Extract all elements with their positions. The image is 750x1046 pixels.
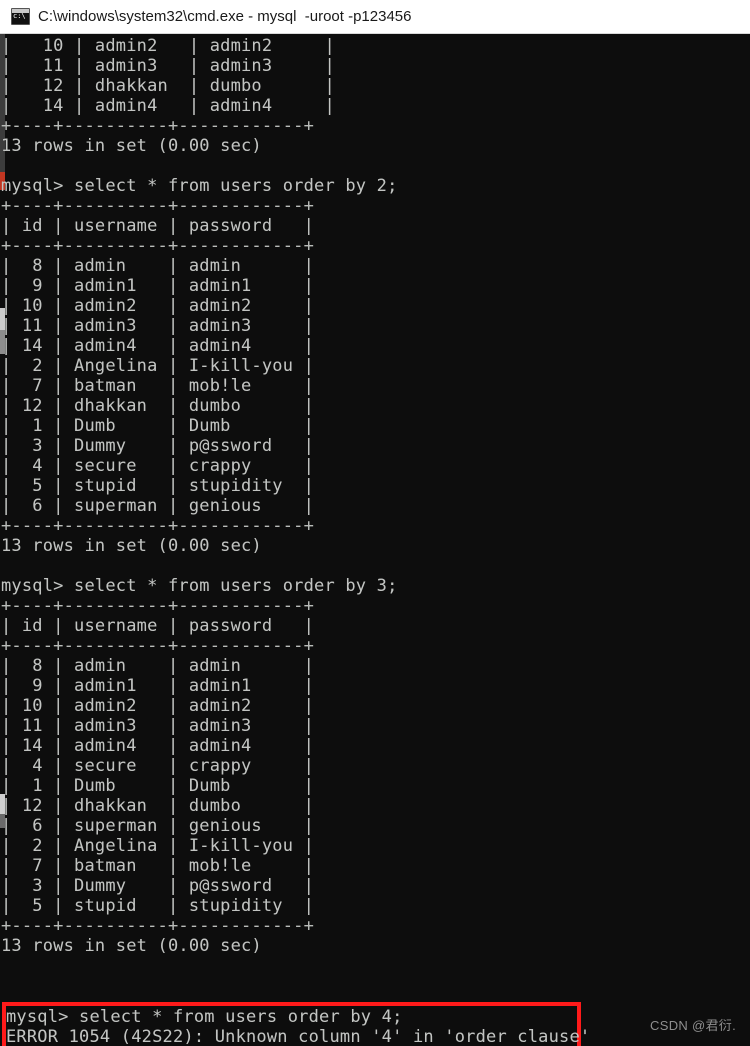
terminal-line: | 1 | Dumb | Dumb |	[1, 776, 315, 796]
terminal-line: | 9 | admin1 | admin1 |	[1, 676, 315, 696]
cmd-console-icon	[11, 8, 30, 25]
terminal-line: 13 rows in set (0.00 sec)	[1, 936, 262, 956]
terminal-line: | 10 | admin2 | admin2 |	[1, 36, 335, 56]
error-highlight-content: mysql> select * from users order by 4; E…	[2, 1002, 591, 1046]
cmd-window: C:\windows\system32\cmd.exe - mysql -uro…	[0, 0, 750, 1046]
terminal-line: mysql> select * from users order by 3;	[1, 576, 398, 596]
terminal-line: +----+----------+------------+	[1, 116, 315, 136]
terminal-line: +----+----------+------------+	[1, 596, 315, 616]
terminal-line: +----+----------+------------+	[1, 636, 315, 656]
terminal-line: mysql> select * from users order by 2;	[1, 176, 398, 196]
terminal-line: | 2 | Angelina | I-kill-you |	[1, 836, 315, 856]
terminal-line: | 3 | Dummy | p@ssword |	[1, 436, 315, 456]
terminal-line: | 8 | admin | admin |	[1, 656, 315, 676]
terminal-line: | 11 | admin3 | admin3 |	[1, 316, 315, 336]
terminal-line: | 14 | admin4 | admin4 |	[1, 736, 315, 756]
terminal-line: | 5 | stupid | stupidity |	[1, 476, 315, 496]
terminal-line: +----+----------+------------+	[1, 516, 315, 536]
terminal-line: 13 rows in set (0.00 sec)	[1, 136, 262, 156]
terminal-line: | id | username | password |	[1, 616, 315, 636]
terminal-line: | 6 | superman | genious |	[1, 496, 315, 516]
terminal-line: | 11 | admin3 | admin3 |	[1, 56, 335, 76]
terminal-line: | 12 | dhakkan | dumbo |	[1, 396, 315, 416]
terminal-line: +----+----------+------------+	[1, 236, 315, 256]
terminal-line: | 7 | batman | mob!le |	[1, 856, 315, 876]
terminal-line: | 14 | admin4 | admin4 |	[1, 96, 335, 116]
terminal-output: | 10 | admin2 | admin2 | | 11 | admin3 | …	[0, 34, 750, 1046]
terminal-line: | 12 | dhakkan | dumbo |	[1, 76, 335, 96]
terminal-line: | 10 | admin2 | admin2 |	[1, 696, 315, 716]
terminal-line: +----+----------+------------+	[1, 196, 315, 216]
terminal-line: 13 rows in set (0.00 sec)	[1, 536, 262, 556]
window-title-text: C:\windows\system32\cmd.exe - mysql -uro…	[38, 8, 412, 25]
terminal-line: | 2 | Angelina | I-kill-you |	[1, 356, 315, 376]
terminal-line: | 9 | admin1 | admin1 |	[1, 276, 315, 296]
watermark: CSDN @君衍.	[650, 1018, 736, 1033]
terminal-line: | 10 | admin2 | admin2 |	[1, 296, 315, 316]
terminal-line: | 11 | admin3 | admin3 |	[1, 716, 315, 736]
terminal-line: | 14 | admin4 | admin4 |	[1, 336, 315, 356]
terminal-line: | 8 | admin | admin |	[1, 256, 315, 276]
terminal-line: | 5 | stupid | stupidity |	[1, 896, 315, 916]
terminal-line: | 12 | dhakkan | dumbo |	[1, 796, 315, 816]
terminal-line: | id | username | password |	[1, 216, 315, 236]
terminal-line: | 3 | Dummy | p@ssword |	[1, 876, 315, 896]
error-message-line: ERROR 1054 (42S22): Unknown column '4' i…	[6, 1027, 591, 1046]
window-title-bar[interactable]: C:\windows\system32\cmd.exe - mysql -uro…	[0, 0, 750, 34]
terminal-body[interactable]: | 10 | admin2 | admin2 | | 11 | admin3 | …	[0, 34, 750, 1046]
terminal-line: | 1 | Dumb | Dumb |	[1, 416, 315, 436]
terminal-line: | 4 | secure | crappy |	[1, 756, 315, 776]
terminal-line: | 7 | batman | mob!le |	[1, 376, 315, 396]
terminal-line: +----+----------+------------+	[1, 916, 315, 936]
terminal-line: | 4 | secure | crappy |	[1, 456, 315, 476]
terminal-line: | 6 | superman | genious |	[1, 816, 315, 836]
error-query-line: mysql> select * from users order by 4;	[6, 1007, 403, 1027]
